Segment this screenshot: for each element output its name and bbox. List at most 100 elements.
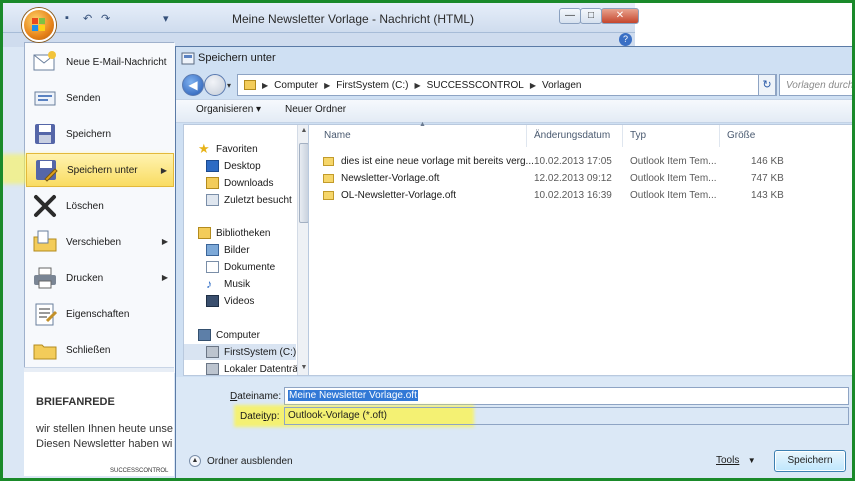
scroll-down-icon[interactable]: ▼ [299,363,308,373]
nav-label: Favoriten [216,143,258,155]
nav-item-libraries[interactable]: Bibliotheken [198,225,270,241]
star-icon: ★ [198,141,210,156]
address-bar[interactable]: ▶ Computer ▶ FirstSystem (C:) ▶ SUCCESSC… [237,74,760,96]
nav-label: Bibliotheken [216,227,271,239]
column-divider [622,125,623,147]
nav-label: Lokaler Datenträg [224,363,304,375]
menu-item-label: Senden [66,92,101,104]
column-header-modified[interactable]: Änderungsdatum [534,130,610,141]
column-header-name[interactable]: Name [324,130,351,141]
hide-folders-label: Ordner ausblenden [207,455,293,467]
nav-label: Bilder [224,244,250,256]
submenu-arrow-icon: ▶ [160,166,167,175]
nav-item-documents[interactable]: Dokumente [206,259,275,275]
menu-item-delete[interactable]: Löschen [26,189,174,223]
folder-icon [244,80,256,90]
forward-button[interactable] [204,74,226,96]
nav-label: Computer [216,329,260,341]
address-row: ◀ ▾ ▶ Computer ▶ FirstSystem (C:) ▶ SUCC… [176,71,855,97]
menu-item-move[interactable]: Verschieben ▶ [26,225,174,259]
menu-item-save-as[interactable]: Speichern unter ▶ [26,153,174,187]
nav-label: Zuletzt besucht [224,194,292,206]
menu-item-send[interactable]: Senden [26,81,174,115]
computer-icon [198,329,211,341]
search-placeholder: Vorlagen durchsuchen [786,80,855,91]
filetype-select[interactable]: Outlook-Vorlage (*.oft) [284,407,849,425]
documents-icon [206,261,219,273]
window-title: Meine Newsletter Vorlage - Nachricht (HT… [231,12,475,26]
breadcrumb-item[interactable]: SUCCESSCONTROL [427,80,524,91]
menu-item-label: Drucken [66,272,104,284]
dialog-toolbar: Organisieren ▾ Neuer Ordner [176,99,855,123]
nav-item-desktop[interactable]: Desktop [206,158,261,174]
menu-item-close[interactable]: Schließen [26,333,174,367]
file-row[interactable]: Newsletter-Vorlage.oft 12.02.2013 09:12 … [323,171,843,187]
new-folder-button[interactable]: Neuer Ordner [285,104,346,115]
menu-item-new-mail[interactable]: Neue E-Mail-Nachricht [26,45,174,79]
close-window-button[interactable]: ✕ [601,8,639,24]
nav-item-pictures[interactable]: Bilder [206,242,250,258]
qat-undo-icon[interactable]: ↶ [83,12,92,26]
scroll-up-icon[interactable]: ▲ [299,126,308,136]
printer-icon [32,265,58,291]
menu-item-label: Eigenschaften [66,308,130,320]
office-button[interactable] [22,8,56,42]
music-note-icon: ♪ [206,277,212,291]
qat-redo-icon[interactable]: ↷ [101,12,110,26]
nav-item-computer[interactable]: Computer [198,327,260,343]
menu-item-print[interactable]: Drucken ▶ [26,261,174,295]
template-file-icon [323,174,334,183]
minimize-button[interactable]: — [559,8,581,24]
help-button[interactable]: ? [619,33,632,46]
nav-item-downloads[interactable]: Downloads [206,175,273,191]
organize-button[interactable]: Organisieren ▾ [196,104,261,115]
chevron-right-icon: ▶ [324,80,331,90]
save-as-icon [33,157,59,183]
column-header-size[interactable]: Größe [727,130,755,141]
breadcrumb-item[interactable]: FirstSystem (C:) [336,80,408,91]
maximize-button[interactable]: □ [580,8,602,24]
nav-item-local-drive[interactable]: Lokaler Datenträg [206,361,304,375]
save-dialog-icon [181,51,195,65]
nav-label: FirstSystem (C:) [224,346,297,358]
dialog-title: Speichern unter [198,52,276,64]
hide-folders-button[interactable]: ▲ Ordner ausblenden [189,455,293,467]
nav-scrollbar[interactable]: ▲ ▼ [297,125,308,375]
nav-label: Videos [224,295,255,307]
nav-item-favorites[interactable]: ★ Favoriten [198,141,258,157]
back-button[interactable]: ◀ [182,74,204,96]
menu-item-save[interactable]: Speichern [26,117,174,151]
floppy-icon [32,121,58,147]
videos-icon [206,295,219,307]
submenu-arrow-icon: ▶ [161,237,168,246]
qat-save-icon[interactable]: ▪ [65,12,69,26]
file-row[interactable]: OL-Newsletter-Vorlage.oft 10.02.2013 16:… [323,188,843,204]
sort-arrow-icon: ▲ [419,121,426,128]
file-modified: 10.02.2013 16:39 [534,190,612,201]
scrollbar-thumb[interactable] [299,143,308,223]
libraries-icon [198,227,211,239]
filename-input[interactable]: Meine Newsletter Vorlage.oft [284,387,849,405]
refresh-icon[interactable]: ↻ [758,74,776,96]
menu-item-properties[interactable]: Eigenschaften [26,297,174,331]
search-input[interactable]: Vorlagen durchsuchen [779,74,855,96]
nav-item-music[interactable]: ♪ Musik [206,276,250,292]
nav-item-recent[interactable]: Zuletzt besucht [206,192,292,208]
column-header-type[interactable]: Typ [630,130,646,141]
qat-customize-icon[interactable]: ▾ [163,12,169,26]
file-type: Outlook Item Tem... [630,190,717,201]
column-divider [719,125,720,147]
breadcrumb-item[interactable]: Computer [274,80,318,91]
tools-button[interactable]: Tools ▼ [716,455,756,466]
file-row[interactable]: dies ist eine neue vorlage mit bereits v… [323,154,843,170]
chevron-right-icon: ▶ [529,80,536,90]
nav-item-drive-c[interactable]: FirstSystem (C:) [184,344,296,360]
recent-pages-dropdown[interactable]: ▾ [227,81,231,90]
nav-item-videos[interactable]: Videos [206,293,254,309]
message-body[interactable]: BRIEFANREDE wir stellen Ihnen heute unse… [24,372,174,476]
body-logo: SUCCESSCONTROL [110,468,169,474]
file-name: Newsletter-Vorlage.oft [341,173,440,184]
save-button[interactable]: Speichern [774,450,846,472]
breadcrumb-item[interactable]: Vorlagen [542,80,581,91]
office-menu: Neue E-Mail-Nachricht Senden Speichern S… [1,42,175,373]
